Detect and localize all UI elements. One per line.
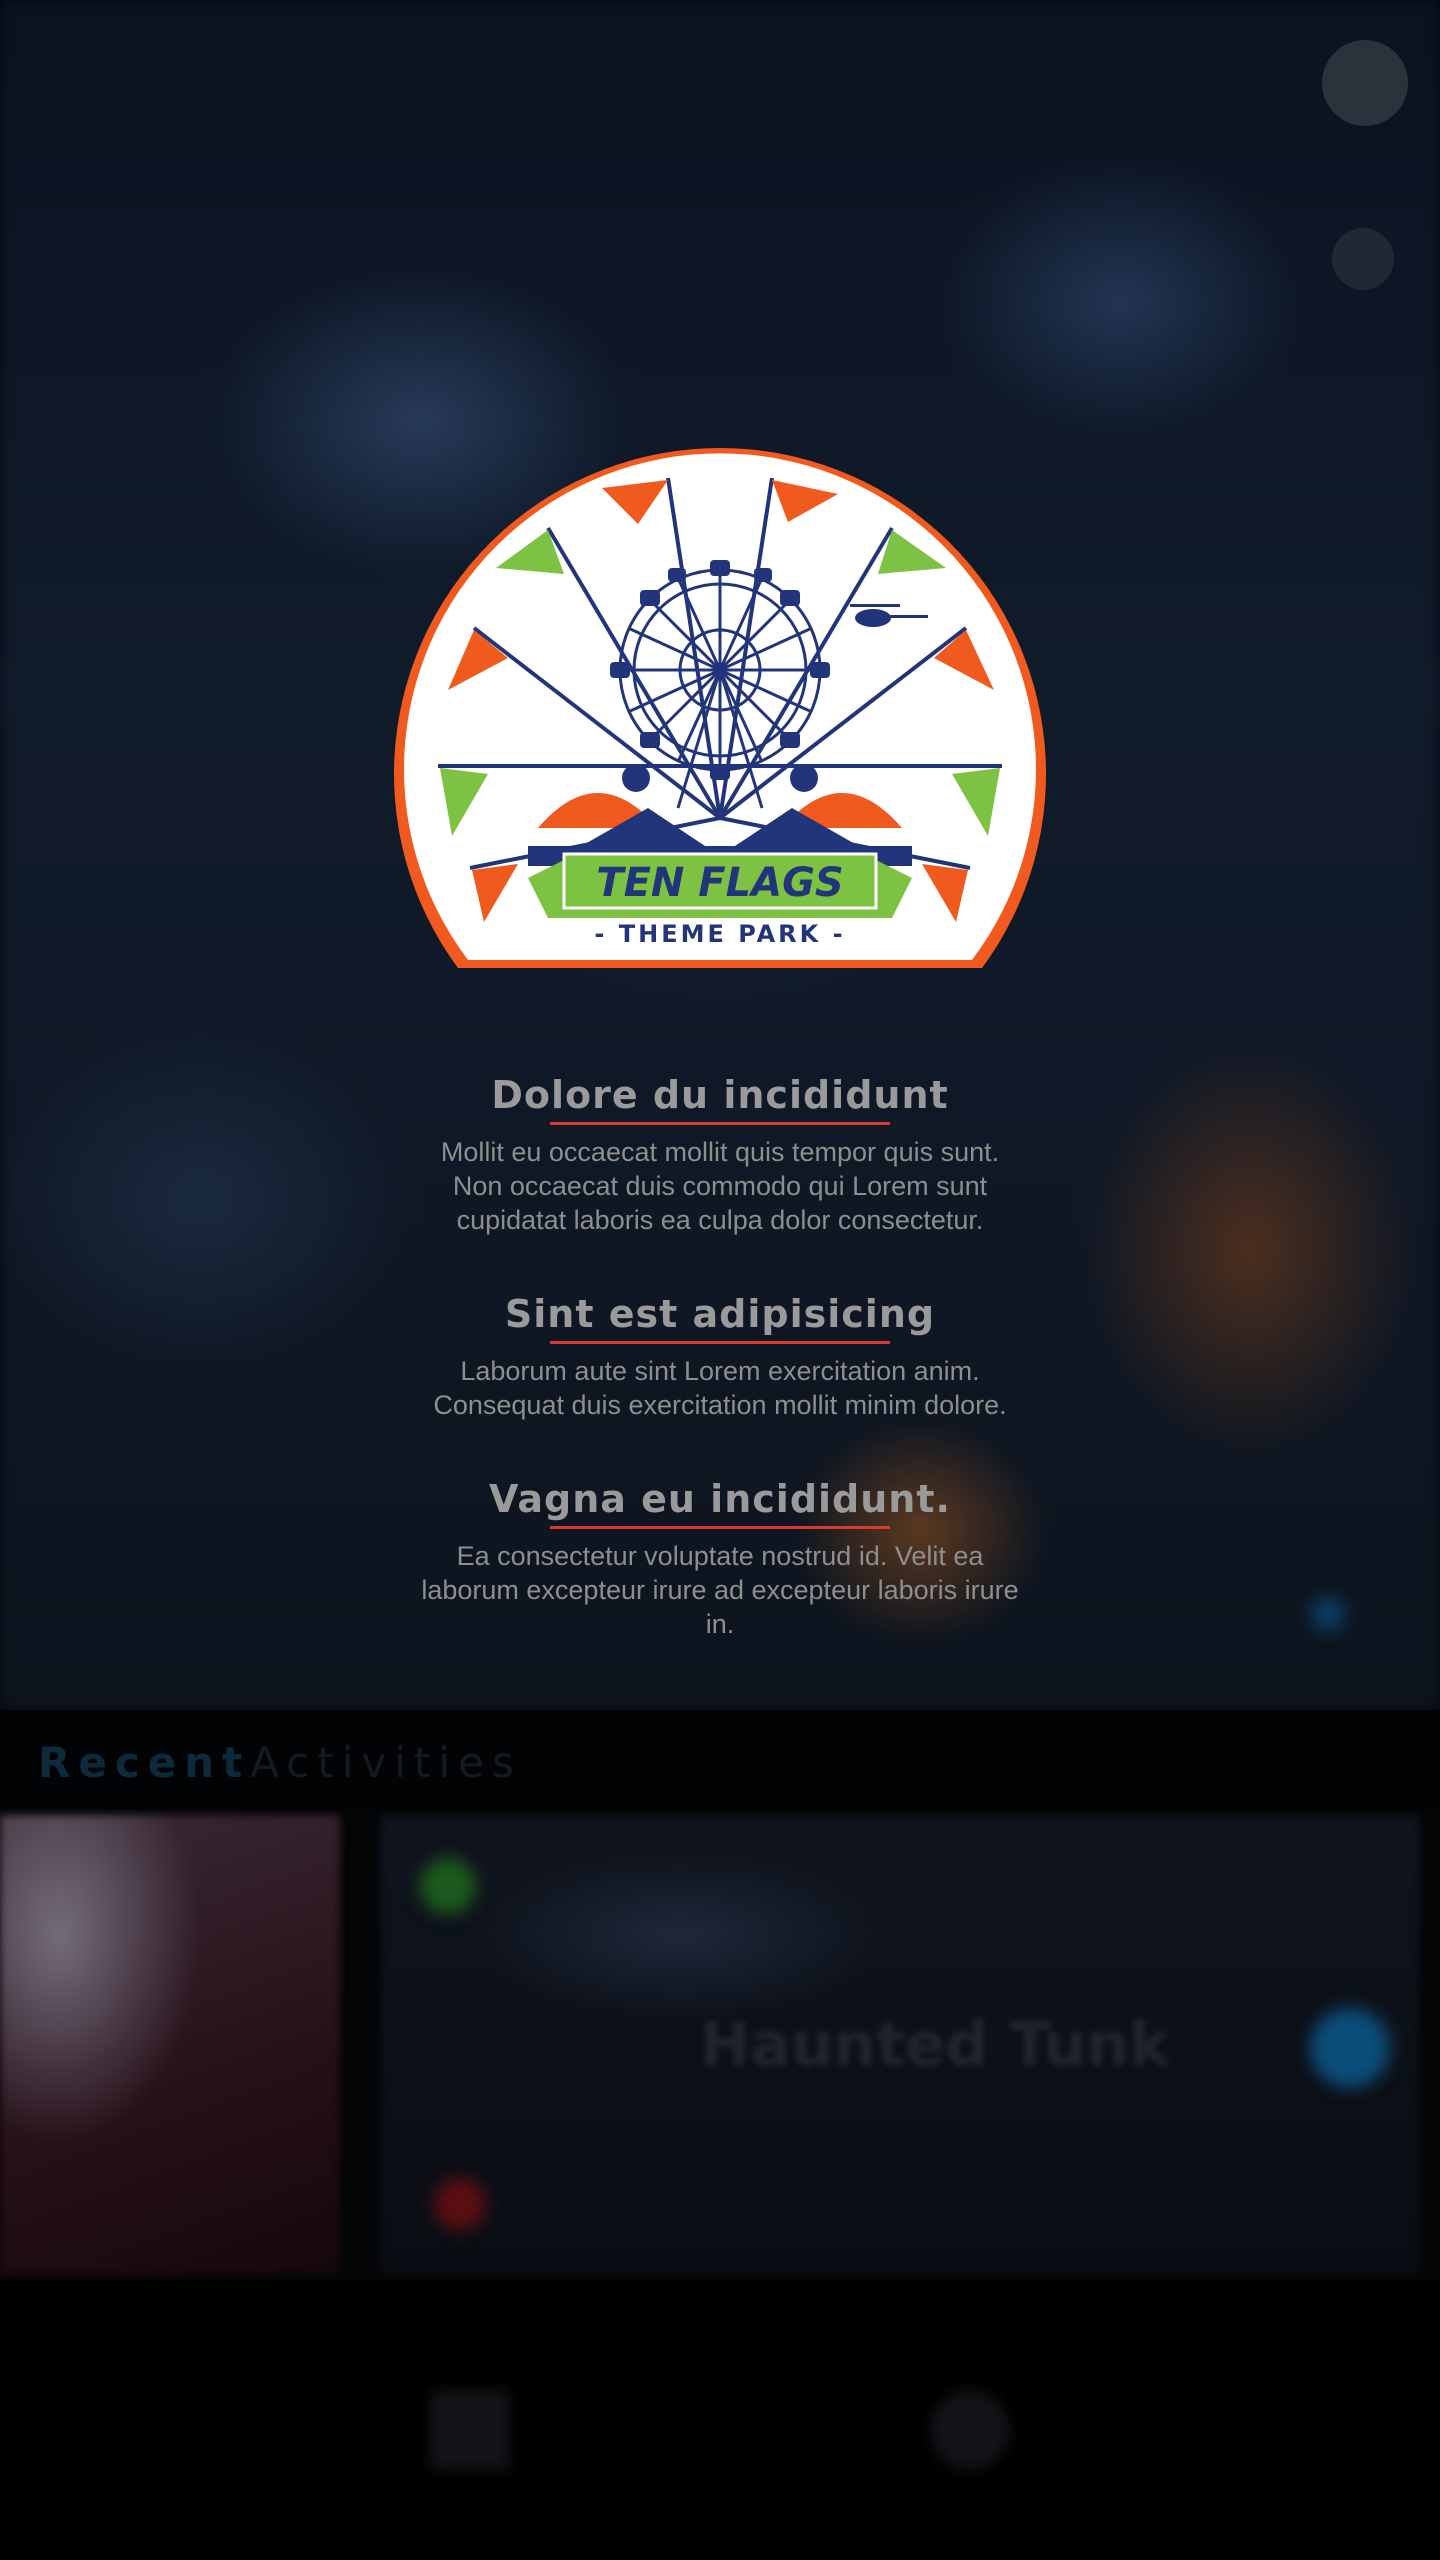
section-body: Laborum aute sint Lorem exercitation ani… — [433, 1356, 1007, 1420]
activities-label: Activities — [250, 1738, 522, 1787]
secondary-top-right-button[interactable] — [1332, 228, 1394, 290]
info-section-2: Sint est adipisicing Laborum aute sint L… — [420, 1289, 1020, 1422]
status-dot-blue — [1310, 2008, 1390, 2088]
top-right-button[interactable] — [1322, 40, 1408, 126]
info-section-3: Vagna eu incididunt. Ea consectetur volu… — [420, 1474, 1020, 1641]
recent-label: Recent — [38, 1738, 251, 1787]
ten-flags-logo: TEN FLAGS - THEME PARK - — [388, 428, 1052, 976]
status-dot-blue-small — [1310, 1596, 1346, 1632]
section-body: Ea consectetur voluptate nostrud id. Vel… — [421, 1541, 1019, 1639]
heading-underline — [550, 1526, 890, 1529]
status-dot-red — [434, 2178, 486, 2230]
info-section-1: Dolore du incididunt Mollit eu occaecat … — [420, 1070, 1020, 1237]
bottom-navigation — [0, 2280, 1440, 2560]
section-heading: Sint est adipisicing — [504, 1292, 936, 1336]
section-heading: Dolore du incididunt — [491, 1073, 949, 1117]
activity-card-title: Haunted Tunk — [700, 2010, 1170, 2080]
logo-brand-text: TEN FLAGS — [596, 860, 843, 906]
menu-icon[interactable] — [430, 2390, 510, 2470]
heading-underline — [550, 1122, 890, 1125]
heading-underline — [550, 1341, 890, 1344]
activity-card-1[interactable] — [0, 1815, 340, 2275]
map-icon[interactable] — [930, 2390, 1010, 2470]
logo-tagline-text: - THEME PARK - — [594, 920, 845, 948]
status-dot-green — [420, 1858, 476, 1914]
recent-activities-title: RecentActivities — [38, 1738, 522, 1787]
section-body: Mollit eu occaecat mollit quis tempor qu… — [440, 1137, 1000, 1235]
info-sections: Dolore du incididunt Mollit eu occaecat … — [420, 1070, 1020, 1693]
section-heading: Vagna eu incididunt. — [489, 1477, 951, 1521]
